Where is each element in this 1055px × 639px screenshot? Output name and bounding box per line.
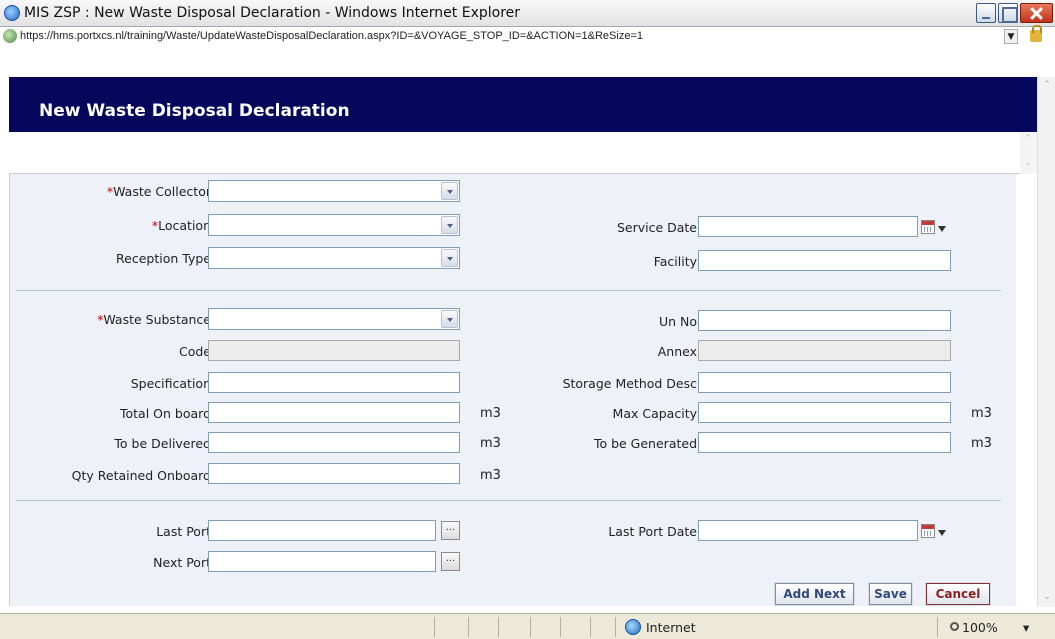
un-no-label: Un No xyxy=(658,314,697,329)
reception-type-label: Reception Type xyxy=(116,251,211,266)
lock-icon[interactable] xyxy=(1030,25,1042,42)
globe-icon xyxy=(625,619,641,635)
status-separator xyxy=(530,617,531,637)
scroll-up-icon[interactable]: ⌃ xyxy=(1042,80,1052,90)
declaration-form: *Waste Collector *Location Reception Typ… xyxy=(9,174,1016,606)
status-separator xyxy=(615,617,616,637)
qty-retained-label: Qty Retained Onboard xyxy=(71,468,211,483)
un-no-input[interactable] xyxy=(698,310,951,331)
scroll-down-icon[interactable]: ⌄ xyxy=(1042,592,1052,602)
minimize-button[interactable] xyxy=(976,3,996,23)
status-separator xyxy=(937,617,938,637)
storage-method-input[interactable] xyxy=(698,372,951,393)
annex-label: Annex xyxy=(657,344,697,359)
total-on-board-label: Total On board xyxy=(120,406,211,421)
specification-label: Specification xyxy=(130,376,211,391)
code-label: Code xyxy=(178,344,211,359)
specification-input[interactable] xyxy=(208,372,460,393)
calendar-icon[interactable] xyxy=(921,220,935,234)
to-be-delivered-input[interactable] xyxy=(208,432,460,453)
qty-retained-input[interactable] xyxy=(208,463,460,484)
next-port-label: Next Port xyxy=(153,555,211,570)
max-capacity-label: Max Capacity xyxy=(612,406,697,421)
last-port-lookup-button[interactable]: ... xyxy=(441,521,460,540)
zoom-dropdown-icon[interactable]: ▾ xyxy=(1023,620,1029,635)
total-on-board-input[interactable] xyxy=(208,402,460,423)
calendar-dropdown-icon[interactable] xyxy=(938,530,946,536)
message-area: ⌃ ⌄ xyxy=(9,132,1037,174)
chevron-down-icon[interactable] xyxy=(441,216,458,234)
last-port-input[interactable] xyxy=(208,520,436,541)
qty-retained-unit: m3 xyxy=(480,468,501,483)
save-button[interactable]: Save xyxy=(868,582,913,606)
location-label: *Location xyxy=(151,218,211,233)
next-port-input[interactable] xyxy=(208,551,436,572)
chevron-down-icon[interactable] xyxy=(441,182,458,200)
calendar-dropdown-icon[interactable] xyxy=(938,226,946,232)
to-be-delivered-unit: m3 xyxy=(480,436,501,451)
page-title: New Waste Disposal Declaration xyxy=(39,101,350,121)
last-port-label: Last Port xyxy=(156,524,211,539)
cancel-button[interactable]: Cancel xyxy=(925,582,991,606)
facility-label: Facility xyxy=(653,254,697,269)
to-be-generated-unit: m3 xyxy=(971,436,992,451)
waste-collector-label: *Waste Collector xyxy=(106,184,211,199)
code-input xyxy=(208,340,460,361)
window-title: MIS ZSP : New Waste Disposal Declaration… xyxy=(24,5,521,21)
max-capacity-input[interactable] xyxy=(698,402,951,423)
status-separator xyxy=(468,617,469,637)
ie-logo-icon xyxy=(4,5,20,21)
last-port-date-input[interactable] xyxy=(698,520,918,541)
total-on-board-unit: m3 xyxy=(480,406,501,421)
address-bar[interactable]: https://hms.portxcs.nl/training/Waste/Up… xyxy=(0,25,1055,46)
maximize-button[interactable] xyxy=(998,3,1018,23)
storage-method-label: Storage Method Desc xyxy=(562,376,697,391)
status-separator xyxy=(498,617,499,637)
message-scrollbar[interactable]: ⌃ ⌄ xyxy=(1020,132,1037,174)
annex-input xyxy=(698,340,951,361)
waste-substance-label: *Waste Substance xyxy=(97,312,211,327)
titlebar-row: MIS ZSP : New Waste Disposal Declaration… xyxy=(0,0,1055,26)
chevron-down-icon[interactable] xyxy=(441,310,458,328)
to-be-generated-input[interactable] xyxy=(698,432,951,453)
close-window-button[interactable] xyxy=(1020,3,1053,23)
chevron-down-icon[interactable] xyxy=(441,249,458,267)
next-port-lookup-button[interactable]: ... xyxy=(441,552,460,571)
window-titlebar: MIS ZSP : New Waste Disposal Declaration… xyxy=(0,0,1055,46)
max-capacity-unit: m3 xyxy=(971,406,992,421)
zoom-level[interactable]: 100% xyxy=(962,620,998,635)
security-zone: Internet xyxy=(646,620,696,635)
page-scrollbar[interactable]: ⌃ ⌄ xyxy=(1037,77,1055,607)
status-separator xyxy=(434,617,435,637)
scroll-down-icon[interactable]: ⌄ xyxy=(1024,158,1032,168)
location-select[interactable] xyxy=(208,214,460,236)
service-date-label: Service Date xyxy=(616,220,697,235)
section-divider xyxy=(16,290,1001,291)
facility-input[interactable] xyxy=(698,250,951,271)
site-icon xyxy=(3,29,17,43)
section-divider xyxy=(16,500,1001,501)
scroll-up-icon[interactable]: ⌃ xyxy=(1024,134,1032,144)
address-dropdown-icon[interactable]: ▼ xyxy=(1004,29,1018,44)
address-url[interactable]: https://hms.portxcs.nl/training/Waste/Up… xyxy=(20,30,643,42)
zoom-icon[interactable] xyxy=(950,622,959,631)
status-separator xyxy=(590,617,591,637)
status-bar: Internet 100% ▾ xyxy=(0,613,1055,639)
calendar-icon[interactable] xyxy=(921,524,935,538)
page-header: New Waste Disposal Declaration xyxy=(9,77,1037,132)
status-separator xyxy=(560,617,561,637)
waste-collector-select[interactable] xyxy=(208,180,460,202)
service-date-input[interactable] xyxy=(698,216,918,237)
to-be-delivered-label: To be Delivered xyxy=(114,436,211,451)
reception-type-select[interactable] xyxy=(208,247,460,269)
last-port-date-label: Last Port Date xyxy=(608,524,697,539)
add-next-button[interactable]: Add Next xyxy=(774,582,855,606)
waste-substance-select[interactable] xyxy=(208,308,460,330)
to-be-generated-label: To be Generated xyxy=(593,436,697,451)
